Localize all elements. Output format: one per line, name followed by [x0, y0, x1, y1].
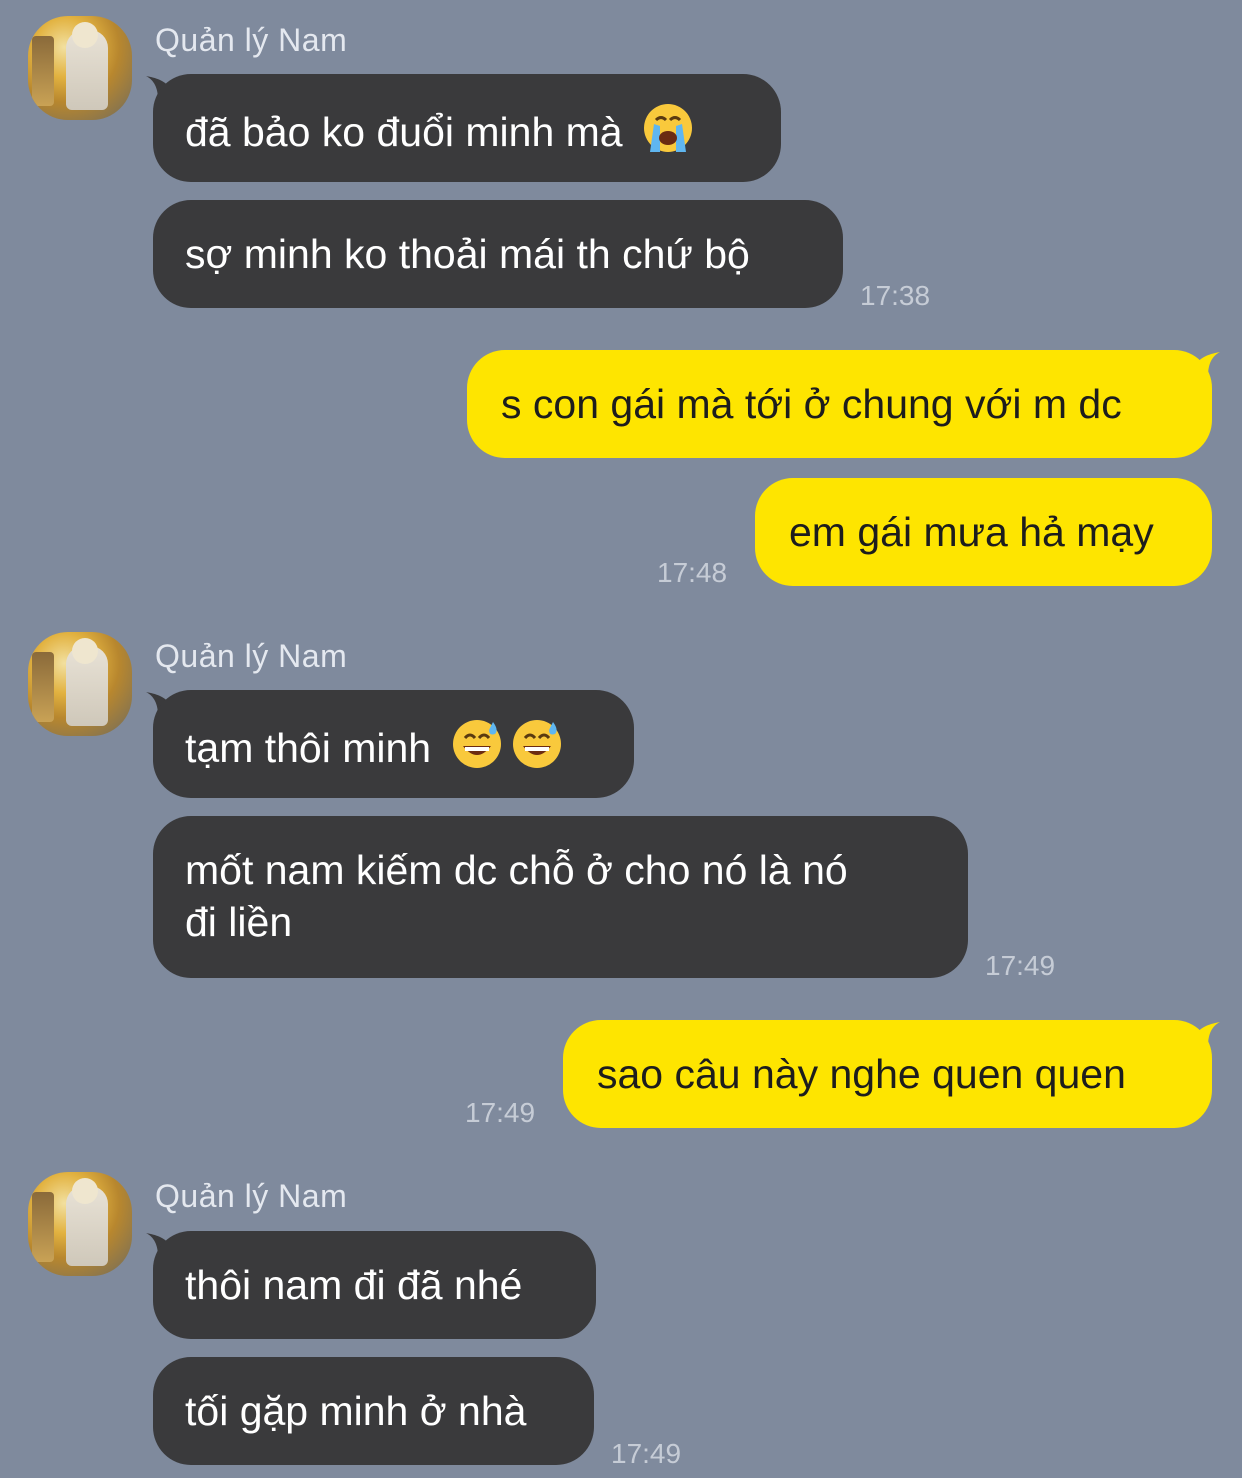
message-text: tạm thôi minh	[185, 725, 432, 771]
sender-avatar[interactable]	[28, 632, 132, 736]
loudly-crying-face-icon	[644, 104, 693, 152]
avatar-photo-detail	[72, 1178, 98, 1204]
incoming-message[interactable]: sợ minh ko thoải mái th chứ bộ	[153, 200, 843, 308]
message-timestamp: 17:49	[985, 950, 1056, 981]
message-text: sao câu này nghe quen quen	[597, 1051, 1126, 1097]
message-text-line: mốt nam kiếm dc chỗ ở cho nó là nó	[185, 847, 848, 893]
message-text: em gái mưa hả mạy	[789, 509, 1154, 555]
message-timestamp: 17:38	[860, 280, 931, 311]
outgoing-message[interactable]: sao câu này nghe quen quen	[563, 1020, 1212, 1128]
incoming-message[interactable]: đã bảo ko đuổi minh mà	[153, 74, 781, 182]
incoming-message[interactable]: thôi nam đi đã nhé	[153, 1231, 596, 1339]
avatar-photo-detail	[32, 36, 54, 106]
sender-name: Quản lý Nam	[155, 22, 348, 58]
message-text: thôi nam đi đã nhé	[185, 1262, 523, 1308]
message-text: sợ minh ko thoải mái th chứ bộ	[185, 231, 750, 277]
sender-avatar[interactable]	[28, 16, 132, 120]
avatar-photo-detail	[72, 22, 98, 48]
message-text: tối gặp minh ở nhà	[185, 1388, 527, 1434]
message-text-line: đi liền	[185, 899, 293, 945]
message-text: s con gái mà tới ở chung với m dc	[501, 381, 1122, 427]
avatar-photo-detail	[32, 652, 54, 722]
grinning-face-with-sweat-icon	[452, 720, 501, 768]
avatar-photo-detail	[72, 638, 98, 664]
message-timestamp: 17:48	[657, 557, 728, 588]
sender-name: Quản lý Nam	[155, 1178, 348, 1214]
incoming-message[interactable]: tối gặp minh ở nhà	[153, 1357, 594, 1465]
sender-name: Quản lý Nam	[155, 638, 348, 674]
grinning-face-with-sweat-icon	[512, 720, 561, 768]
sender-avatar[interactable]	[28, 1172, 132, 1276]
outgoing-message[interactable]: s con gái mà tới ở chung với m dc	[467, 350, 1212, 458]
message-text: đã bảo ko đuổi minh mà	[185, 109, 623, 155]
message-timestamp: 17:49	[465, 1097, 536, 1128]
outgoing-message[interactable]: em gái mưa hả mạy	[755, 478, 1212, 586]
message-timestamp: 17:49	[611, 1438, 682, 1469]
incoming-message[interactable]: mốt nam kiếm dc chỗ ở cho nó là nó đi li…	[153, 816, 968, 978]
incoming-message[interactable]: tạm thôi minh	[153, 690, 634, 798]
chat-thread[interactable]: Quản lý Nam đã bảo ko đuổi minh mà sợ mi…	[0, 0, 1242, 1478]
avatar-photo-detail	[32, 1192, 54, 1262]
